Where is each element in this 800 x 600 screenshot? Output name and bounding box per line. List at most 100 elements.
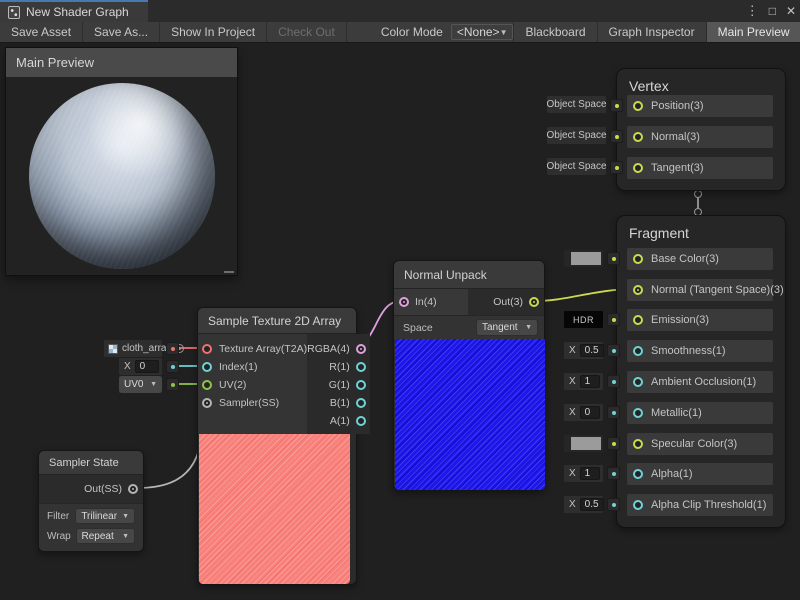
- port-normal[interactable]: [633, 132, 643, 142]
- port-smoothness[interactable]: [633, 346, 643, 356]
- object-space-widget[interactable]: Object Space: [546, 126, 607, 145]
- value-field[interactable]: 1: [580, 375, 600, 388]
- wire-sampler-state[interactable]: [137, 407, 204, 488]
- port-specular-color[interactable]: [633, 439, 643, 449]
- emission-hdr-swatch[interactable]: HDR: [563, 310, 604, 329]
- x-prefix: X: [124, 361, 131, 372]
- port-tangent[interactable]: [633, 163, 643, 173]
- widget-port-dot: [607, 406, 620, 419]
- widget-port-dot: [607, 375, 620, 388]
- smoothness-input[interactable]: X 0.5: [563, 341, 604, 360]
- graph-canvas[interactable]: Vertex Position(3) Normal(3) Tangent(3) …: [0, 43, 800, 600]
- save-asset-button[interactable]: Save Asset: [0, 22, 83, 42]
- filter-setting-row: Filter Trilinear ▼: [39, 506, 143, 526]
- resize-handle[interactable]: [224, 271, 234, 273]
- filter-label: Filter: [47, 511, 75, 522]
- node-title: Sampler State: [39, 451, 143, 475]
- port-label: RGBA(4): [307, 343, 350, 355]
- x-prefix: X: [569, 499, 576, 510]
- color-swatch: [571, 437, 601, 450]
- fragment-row-emission: Emission(3): [627, 309, 773, 331]
- port-emission[interactable]: [633, 315, 643, 325]
- filter-dropdown[interactable]: Trilinear ▼: [75, 508, 135, 524]
- tab-new-shader-graph[interactable]: New Shader Graph: [0, 0, 148, 22]
- save-as-button[interactable]: Save As...: [83, 22, 160, 42]
- value-field[interactable]: 1: [580, 467, 600, 480]
- blackboard-toggle-button[interactable]: Blackboard: [513, 22, 596, 42]
- maximize-icon[interactable]: □: [769, 0, 776, 22]
- fragment-node[interactable]: Fragment Base Color(3) Normal (Tangent S…: [616, 215, 786, 528]
- port-label: Emission(3): [651, 314, 709, 326]
- port-label: Tangent(3): [651, 162, 704, 174]
- port-uv[interactable]: [202, 380, 212, 390]
- port-index[interactable]: [202, 362, 212, 372]
- port-b[interactable]: [356, 398, 366, 408]
- chevron-down-icon: ▼: [525, 324, 532, 331]
- port-rgba[interactable]: [356, 344, 366, 354]
- close-icon[interactable]: ✕: [786, 0, 796, 22]
- port-label: A(1): [330, 415, 350, 427]
- port-label: Base Color(3): [651, 253, 719, 265]
- alpha-input[interactable]: X 1: [563, 464, 604, 483]
- index-input[interactable]: X 0: [118, 357, 163, 376]
- main-preview-body: [6, 77, 237, 275]
- wrap-label: Wrap: [47, 531, 76, 542]
- port-metallic[interactable]: [633, 408, 643, 418]
- port-in[interactable]: [399, 297, 409, 307]
- vertex-row-position: Position(3): [627, 95, 773, 117]
- value-field[interactable]: 0: [135, 360, 159, 373]
- metallic-input[interactable]: X 0: [563, 403, 604, 422]
- alpha-clip-input[interactable]: X 0.5: [563, 495, 604, 514]
- input-row: Texture Array(T2A): [198, 340, 307, 358]
- sampler-state-node[interactable]: Sampler State Out(SS) Filter Trilinear ▼…: [38, 450, 144, 552]
- sample-texture-2d-array-node[interactable]: Sample Texture 2D Array Texture Array(T2…: [197, 307, 357, 585]
- port-r[interactable]: [356, 362, 366, 372]
- wrap-setting-row: Wrap Repeat ▼: [39, 526, 143, 546]
- port-base-color[interactable]: [633, 254, 643, 264]
- toolbar-right-group: Blackboard Graph Inspector Main Preview: [513, 22, 800, 42]
- port-alpha-clip-threshold[interactable]: [633, 500, 643, 510]
- port-alpha[interactable]: [633, 469, 643, 479]
- port-g[interactable]: [356, 380, 366, 390]
- vertex-node[interactable]: Vertex Position(3) Normal(3) Tangent(3): [616, 68, 786, 191]
- input-row: UV(2): [198, 376, 307, 394]
- base-color-swatch[interactable]: [563, 249, 604, 268]
- uv-channel-dropdown[interactable]: UV0▼: [118, 375, 163, 394]
- port-label: G(1): [329, 379, 350, 391]
- fragment-node-title: Fragment: [629, 225, 689, 241]
- output-row: A(1): [307, 412, 370, 430]
- graph-inspector-toggle-button[interactable]: Graph Inspector: [597, 22, 706, 42]
- tab-title: New Shader Graph: [26, 5, 129, 19]
- object-space-widget[interactable]: Object Space: [546, 157, 607, 176]
- filter-value: Trilinear: [81, 511, 117, 522]
- port-out-ss[interactable]: [128, 484, 138, 494]
- value-field[interactable]: 0.5: [580, 344, 604, 357]
- main-preview-header[interactable]: Main Preview: [6, 48, 237, 77]
- show-in-project-button[interactable]: Show In Project: [160, 22, 267, 42]
- texture-asset-name: cloth_array: [122, 343, 171, 354]
- shader-preview-sphere[interactable]: [29, 83, 215, 269]
- node-title: Sample Texture 2D Array: [198, 308, 356, 334]
- port-texture-array[interactable]: [202, 344, 212, 354]
- ambient-occlusion-input[interactable]: X 1: [563, 372, 604, 391]
- wrap-dropdown[interactable]: Repeat ▼: [76, 528, 136, 544]
- port-out[interactable]: [529, 297, 539, 307]
- value-field[interactable]: 0: [580, 406, 600, 419]
- node-title: Normal Unpack: [394, 261, 544, 289]
- value-field[interactable]: 0.5: [580, 498, 604, 511]
- port-sampler[interactable]: [202, 398, 212, 408]
- port-ambient-occlusion[interactable]: [633, 377, 643, 387]
- kebab-menu-icon[interactable]: ⋮: [746, 0, 759, 22]
- object-space-widget[interactable]: Object Space: [546, 95, 607, 114]
- x-prefix: X: [569, 468, 576, 479]
- space-dropdown[interactable]: Tangent ▼: [476, 319, 538, 336]
- widget-port-dot: [607, 252, 620, 265]
- texture-asset-field[interactable]: cloth_array: [103, 339, 163, 358]
- color-mode-dropdown[interactable]: <None> ▼: [451, 24, 514, 40]
- main-preview-toggle-button[interactable]: Main Preview: [706, 22, 800, 42]
- port-position[interactable]: [633, 101, 643, 111]
- specular-color-swatch[interactable]: [563, 434, 604, 453]
- port-normal-tangent-space[interactable]: [633, 285, 643, 295]
- port-a[interactable]: [356, 416, 366, 426]
- normal-unpack-node[interactable]: Normal Unpack In(4) Out(3) Space Tangent…: [393, 260, 545, 491]
